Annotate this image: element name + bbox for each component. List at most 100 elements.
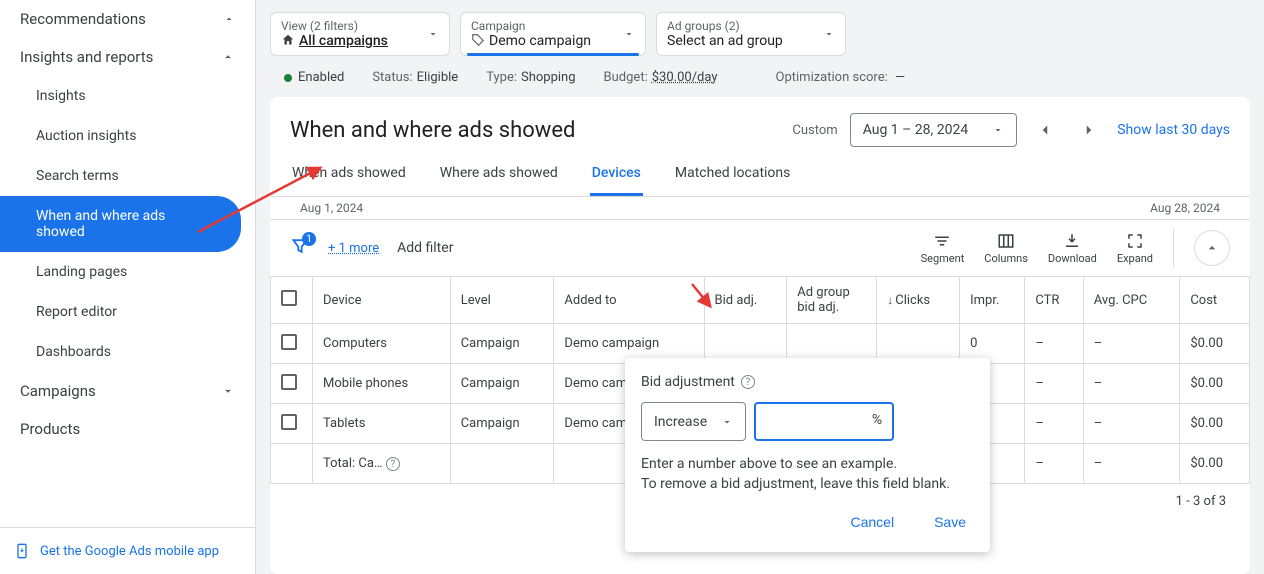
save-button[interactable]: Save	[926, 508, 974, 536]
column-bid-adj[interactable]: Bid adj.	[704, 277, 787, 324]
cell-ctr: –	[1025, 404, 1083, 444]
sidebar-item-dashboards[interactable]: Dashboards	[0, 332, 255, 372]
date-range-picker[interactable]: Aug 1 – 28, 2024	[850, 113, 1018, 147]
selector-label: Campaign	[471, 19, 591, 33]
help-icon[interactable]: ?	[386, 457, 400, 471]
date-next-button[interactable]	[1073, 114, 1105, 146]
selector-label: Ad groups (2)	[667, 19, 783, 33]
columns-icon	[997, 232, 1015, 250]
table-toolbar: 1 + 1 more Add filter Segment Columns	[270, 220, 1250, 276]
cell-cpc: –	[1083, 444, 1180, 484]
date-prev-button[interactable]	[1029, 114, 1061, 146]
sidebar-item-search-terms[interactable]: Search terms	[0, 156, 255, 196]
popup-title: Bid adjustment	[641, 374, 735, 390]
help-icon[interactable]: ?	[741, 375, 755, 389]
dropdown-value: Increase	[654, 414, 707, 430]
caret-down-icon	[721, 416, 733, 428]
expand-button[interactable]: Expand	[1117, 232, 1153, 265]
status-optimization: Optimization score: —	[776, 70, 906, 85]
cell-device: Tablets	[313, 404, 451, 444]
date-custom-label: Custom	[792, 123, 837, 138]
sidebar-campaigns[interactable]: Campaigns	[0, 372, 255, 410]
add-filter-button[interactable]: Add filter	[397, 240, 453, 256]
sidebar-item-report-editor[interactable]: Report editor	[0, 292, 255, 332]
date-controls: Custom Aug 1 – 28, 2024 Show last 30 day…	[792, 113, 1230, 147]
column-device[interactable]: Device	[313, 277, 451, 324]
cell-device: Mobile phones	[313, 364, 451, 404]
column-avg-cpc[interactable]: Avg. CPC	[1083, 277, 1180, 324]
home-icon	[281, 33, 295, 47]
cell-cost: $0.00	[1180, 404, 1250, 444]
expand-icon	[1126, 232, 1144, 250]
sidebar-item-insights[interactable]: Insights	[0, 76, 255, 116]
date-start: Aug 1, 2024	[300, 201, 363, 215]
sidebar-item-when-where[interactable]: When and where ads showed	[0, 196, 241, 252]
header-checkbox[interactable]	[271, 277, 313, 324]
filter-button[interactable]: 1	[290, 236, 310, 260]
sidebar-recommendations[interactable]: Recommendations	[0, 0, 255, 38]
sidebar: Recommendations Insights and reports Ins…	[0, 0, 256, 574]
download-icon	[1063, 232, 1081, 250]
sidebar-item-auction[interactable]: Auction insights	[0, 116, 255, 156]
column-impr[interactable]: Impr.	[960, 277, 1025, 324]
checkbox-icon[interactable]	[281, 334, 297, 350]
chevron-down-icon	[221, 384, 235, 398]
tab-devices[interactable]: Devices	[590, 165, 643, 196]
checkbox-icon[interactable]	[281, 374, 297, 390]
chevron-up-icon	[221, 50, 235, 64]
segment-icon	[933, 232, 951, 250]
status-budget[interactable]: Budget:$30.00/day	[604, 70, 718, 85]
column-ctr[interactable]: CTR	[1025, 277, 1083, 324]
cell-ctr: –	[1025, 364, 1083, 404]
download-button[interactable]: Download	[1048, 232, 1097, 265]
cell-cost: $0.00	[1180, 364, 1250, 404]
columns-button[interactable]: Columns	[984, 232, 1028, 265]
column-adgroup-bid-adj[interactable]: Ad group bid adj.	[787, 277, 877, 324]
show-last-30-link[interactable]: Show last 30 days	[1117, 122, 1230, 138]
cell-device: Computers	[313, 324, 451, 364]
selector-adgroup[interactable]: Ad groups (2) Select an ad group	[656, 12, 846, 56]
caret-down-icon	[992, 124, 1004, 136]
sidebar-item-label: Recommendations	[20, 10, 146, 28]
sidebar-item-landing-pages[interactable]: Landing pages	[0, 252, 255, 292]
date-range-value: Aug 1 – 28, 2024	[863, 122, 969, 138]
bid-direction-dropdown[interactable]: Increase	[641, 402, 746, 441]
sidebar-item-label: Insights and reports	[20, 48, 153, 66]
cancel-button[interactable]: Cancel	[842, 508, 902, 536]
table-header-row: Device Level Added to Bid adj. Ad group …	[271, 277, 1250, 324]
column-clicks[interactable]: ↓Clicks	[877, 277, 960, 324]
page-title: When and where ads showed	[290, 118, 575, 143]
enabled-dot-icon	[284, 74, 292, 82]
column-added-to[interactable]: Added to	[554, 277, 704, 324]
tab-when-ads-showed[interactable]: When ads showed	[290, 165, 408, 196]
checkbox-icon	[281, 290, 297, 306]
toolbar-divider	[1173, 230, 1174, 266]
selector-view[interactable]: View (2 filters) All campaigns	[270, 12, 450, 56]
sidebar-insights-reports[interactable]: Insights and reports	[0, 38, 255, 76]
column-level[interactable]: Level	[450, 277, 554, 324]
sidebar-item-label: Campaigns	[20, 382, 96, 400]
mobile-app-promo[interactable]: Get the Google Ads mobile app	[0, 527, 255, 574]
mobile-app-link[interactable]: Get the Google Ads mobile app	[40, 544, 219, 559]
scope-selectors: View (2 filters) All campaigns Campaign …	[270, 12, 1250, 56]
segment-button[interactable]: Segment	[921, 232, 965, 265]
caret-down-icon	[823, 28, 835, 40]
selector-value: All campaigns	[299, 33, 388, 49]
cell-total-label: Total: Ca… ?	[313, 444, 451, 484]
caret-down-icon	[427, 28, 439, 40]
selector-campaign[interactable]: Campaign Demo campaign	[460, 12, 646, 56]
selector-value: Select an ad group	[667, 33, 783, 49]
date-end: Aug 28, 2024	[1150, 201, 1220, 215]
sidebar-products[interactable]: Products	[0, 410, 255, 448]
campaign-status-row: Enabled Status:Eligible Type:Shopping Bu…	[270, 56, 1250, 89]
tab-where-ads-showed[interactable]: Where ads showed	[438, 165, 560, 196]
report-tabs: When ads showed Where ads showed Devices…	[270, 151, 1250, 197]
filter-more-link[interactable]: + 1 more	[328, 241, 379, 256]
bid-adjustment-popup: Bid adjustment ? Increase % Enter a numb…	[625, 358, 990, 552]
collapse-chart-button[interactable]	[1194, 230, 1230, 266]
tab-matched-locations[interactable]: Matched locations	[673, 165, 793, 196]
cell-level: Campaign	[450, 364, 554, 404]
checkbox-icon[interactable]	[281, 414, 297, 430]
status-enabled: Enabled	[284, 70, 344, 85]
column-cost[interactable]: Cost	[1180, 277, 1250, 324]
